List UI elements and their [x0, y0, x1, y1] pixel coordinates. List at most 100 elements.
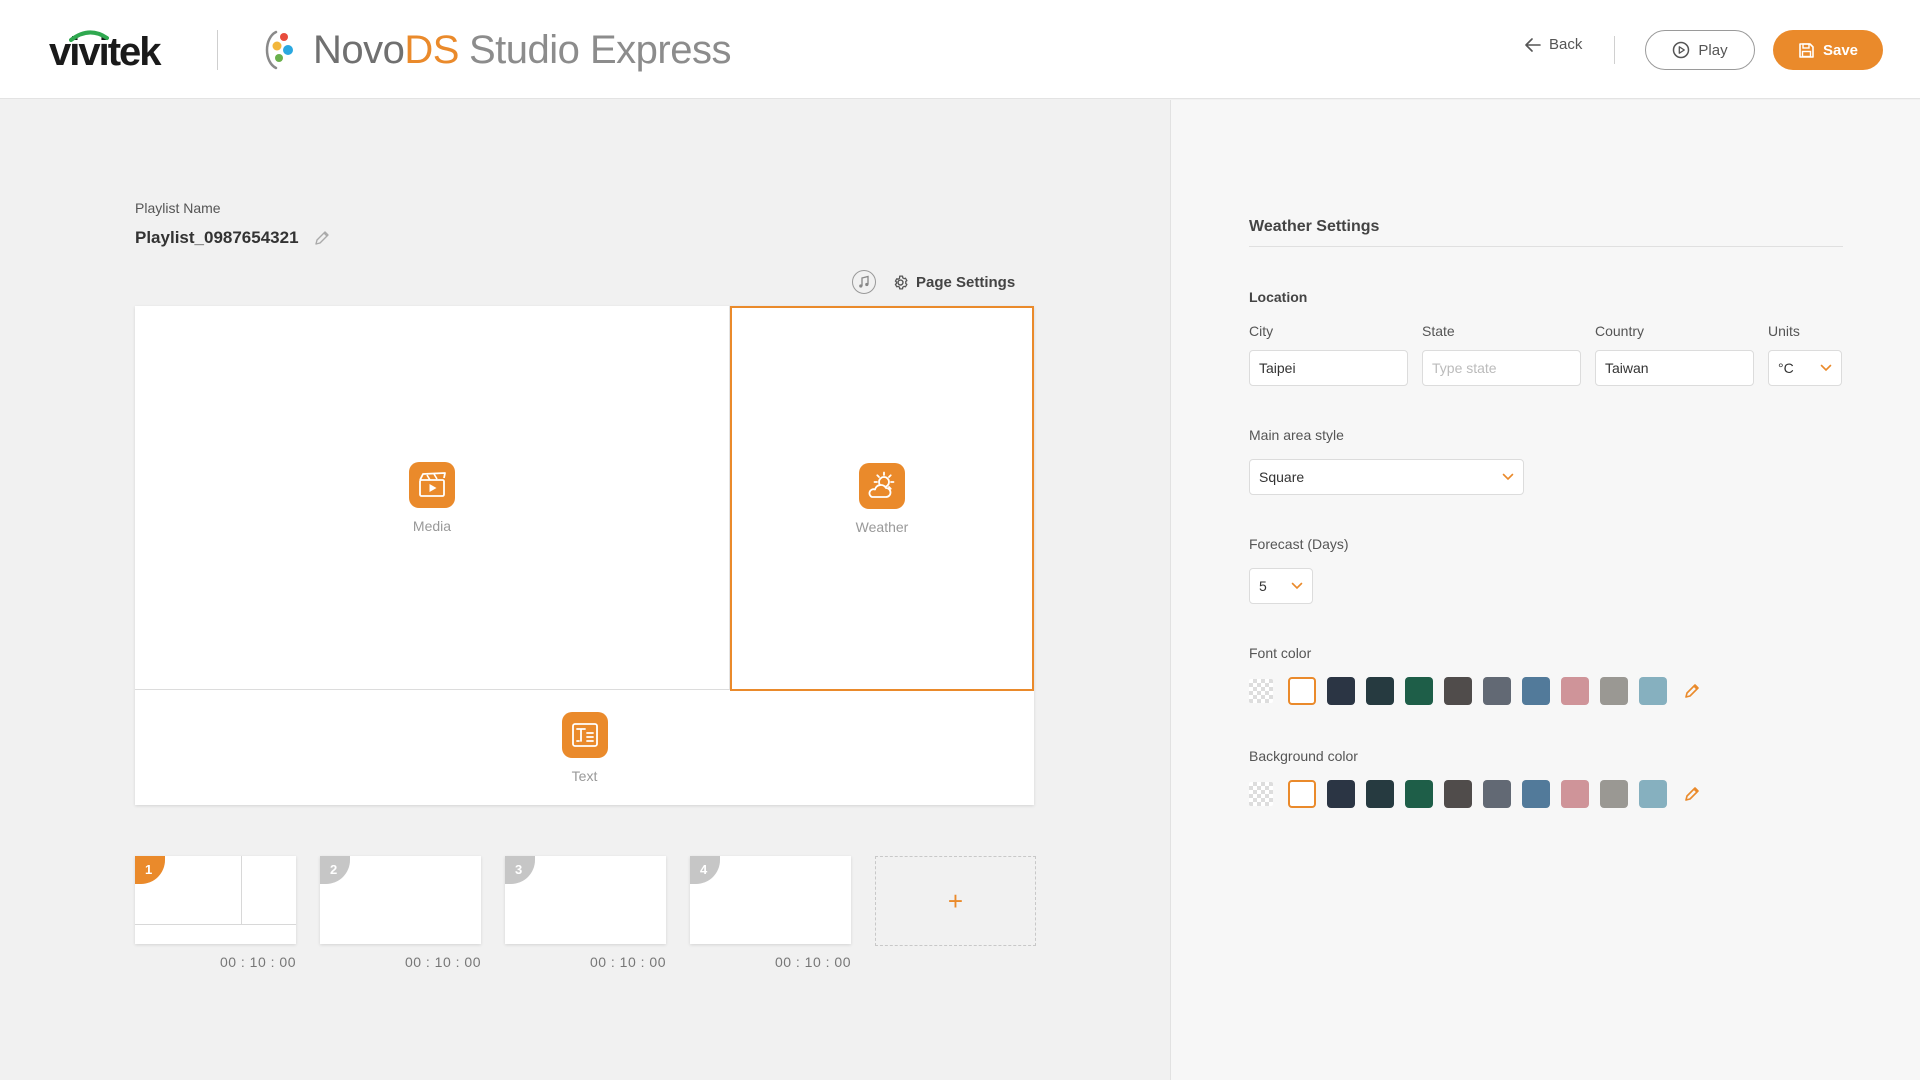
color-swatch[interactable] — [1366, 677, 1394, 705]
color-swatch[interactable] — [1444, 780, 1472, 808]
country-label: Country — [1595, 323, 1645, 339]
page-duration: 00 : 10 : 00 — [589, 954, 666, 970]
text-icon — [561, 712, 608, 758]
color-swatch[interactable] — [1444, 677, 1472, 705]
logo-divider — [217, 30, 218, 70]
font-color-label: Font color — [1249, 645, 1312, 661]
main-area-style-label: Main area style — [1249, 427, 1344, 443]
play-button[interactable]: Play — [1645, 30, 1755, 70]
color-swatch[interactable] — [1561, 677, 1589, 705]
back-button-label: Back — [1549, 36, 1583, 53]
page-number-badge: 4 — [690, 856, 720, 884]
color-swatch[interactable] — [1639, 780, 1667, 808]
chevron-down-icon — [1291, 582, 1303, 590]
zone-media-label: Media — [412, 517, 452, 534]
zone-text-label: Text — [571, 768, 598, 784]
app-header: vivitek NovoDS Studio Express Back Play S… — [0, 0, 1920, 99]
color-swatch[interactable] — [1561, 780, 1589, 808]
forecast-days-select[interactable]: 5 — [1249, 568, 1313, 604]
main-area-style-select[interactable]: Square — [1249, 459, 1524, 495]
back-button[interactable]: Back — [1525, 36, 1582, 53]
weather-icon — [859, 462, 905, 509]
city-label: City — [1249, 323, 1274, 339]
chevron-down-icon — [1502, 473, 1514, 481]
color-swatch[interactable] — [1600, 677, 1628, 705]
vivitek-swoosh-icon — [69, 30, 109, 42]
gear-icon — [894, 274, 908, 290]
play-button-label: Play — [1698, 41, 1728, 59]
zone-media[interactable]: Media — [135, 306, 730, 690]
background-color-palette — [1249, 780, 1706, 808]
custom-color-pencil-icon[interactable] — [1678, 780, 1706, 808]
media-icon — [409, 461, 455, 508]
page-number-badge: 1 — [135, 856, 165, 884]
page-duration: 00 : 10 : 00 — [404, 954, 481, 970]
location-label: Location — [1249, 289, 1308, 305]
country-input[interactable] — [1595, 350, 1754, 386]
forecast-days-label: Forecast (Days) — [1249, 536, 1349, 552]
edit-pencil-icon[interactable] — [313, 229, 331, 247]
page-thumbnail-4[interactable]: 4 — [690, 856, 851, 944]
color-swatch[interactable] — [1639, 677, 1667, 705]
color-swatch[interactable] — [1405, 780, 1433, 808]
header-divider — [1614, 36, 1615, 64]
page-settings-label: Page Settings — [916, 273, 1016, 291]
app-title-novo: Novo — [313, 28, 405, 72]
canvas-toolbar: Page Settings — [852, 270, 1015, 294]
app-title: NovoDS Studio Express — [313, 28, 732, 73]
main-area-style-value: Square — [1259, 469, 1305, 485]
background-color-label: Background color — [1249, 748, 1358, 764]
color-swatch[interactable] — [1405, 677, 1433, 705]
zone-weather-label: Weather — [855, 518, 909, 535]
page-thumbnail-3[interactable]: 3 — [505, 856, 666, 944]
font-color-palette — [1249, 677, 1706, 705]
color-swatch[interactable] — [1483, 780, 1511, 808]
color-swatch-white[interactable] — [1288, 677, 1316, 705]
forecast-days-value: 5 — [1259, 578, 1267, 594]
color-swatch[interactable] — [1483, 677, 1511, 705]
page-thumbnail-2[interactable]: 2 — [320, 856, 481, 944]
page-number-badge: 3 — [505, 856, 535, 884]
color-swatch[interactable] — [1327, 677, 1355, 705]
state-input[interactable] — [1422, 350, 1581, 386]
color-swatch-transparent[interactable] — [1249, 679, 1273, 703]
music-icon[interactable] — [852, 270, 876, 294]
units-select[interactable]: °C — [1768, 350, 1842, 386]
units-value: °C — [1778, 360, 1794, 376]
save-button-label: Save — [1822, 41, 1859, 59]
playlist-name-row: Playlist_0987654321 — [135, 228, 331, 248]
save-button[interactable]: Save — [1773, 30, 1883, 70]
arrow-left-icon — [1525, 37, 1541, 52]
thumbnail-divider — [241, 856, 242, 924]
city-input[interactable] — [1249, 350, 1408, 386]
state-label: State — [1422, 323, 1455, 339]
color-swatch-white[interactable] — [1288, 780, 1316, 808]
thumbnail-divider — [135, 924, 296, 925]
weather-settings-title: Weather Settings — [1249, 218, 1380, 235]
color-swatch-transparent[interactable] — [1249, 782, 1273, 806]
color-swatch[interactable] — [1327, 780, 1355, 808]
save-icon — [1799, 42, 1814, 58]
custom-color-pencil-icon[interactable] — [1678, 677, 1706, 705]
page-duration: 00 : 10 : 00 — [219, 954, 296, 970]
units-label: Units — [1768, 323, 1800, 339]
section-divider — [1249, 246, 1843, 247]
novo-logo-icon — [265, 30, 293, 70]
app-title-ds: DS — [404, 28, 459, 72]
page-duration: 00 : 10 : 00 — [774, 954, 851, 970]
page-settings-button[interactable]: Page Settings — [892, 274, 1015, 291]
chevron-down-icon — [1820, 364, 1832, 372]
playlist-name: Playlist_0987654321 — [135, 228, 299, 247]
page-number-badge: 2 — [320, 856, 350, 884]
color-swatch[interactable] — [1366, 780, 1394, 808]
color-swatch[interactable] — [1522, 780, 1550, 808]
add-page-button[interactable]: + — [875, 856, 1036, 946]
play-circle-icon — [1673, 41, 1690, 59]
zone-text[interactable]: Text — [135, 691, 1034, 805]
color-swatch[interactable] — [1600, 780, 1628, 808]
app-title-studio: Studio Express — [468, 28, 732, 72]
zone-weather[interactable]: Weather — [730, 306, 1034, 691]
color-swatch[interactable] — [1522, 677, 1550, 705]
page-thumbnail-1[interactable]: 1 — [135, 856, 296, 944]
playlist-name-label: Playlist Name — [135, 200, 221, 216]
